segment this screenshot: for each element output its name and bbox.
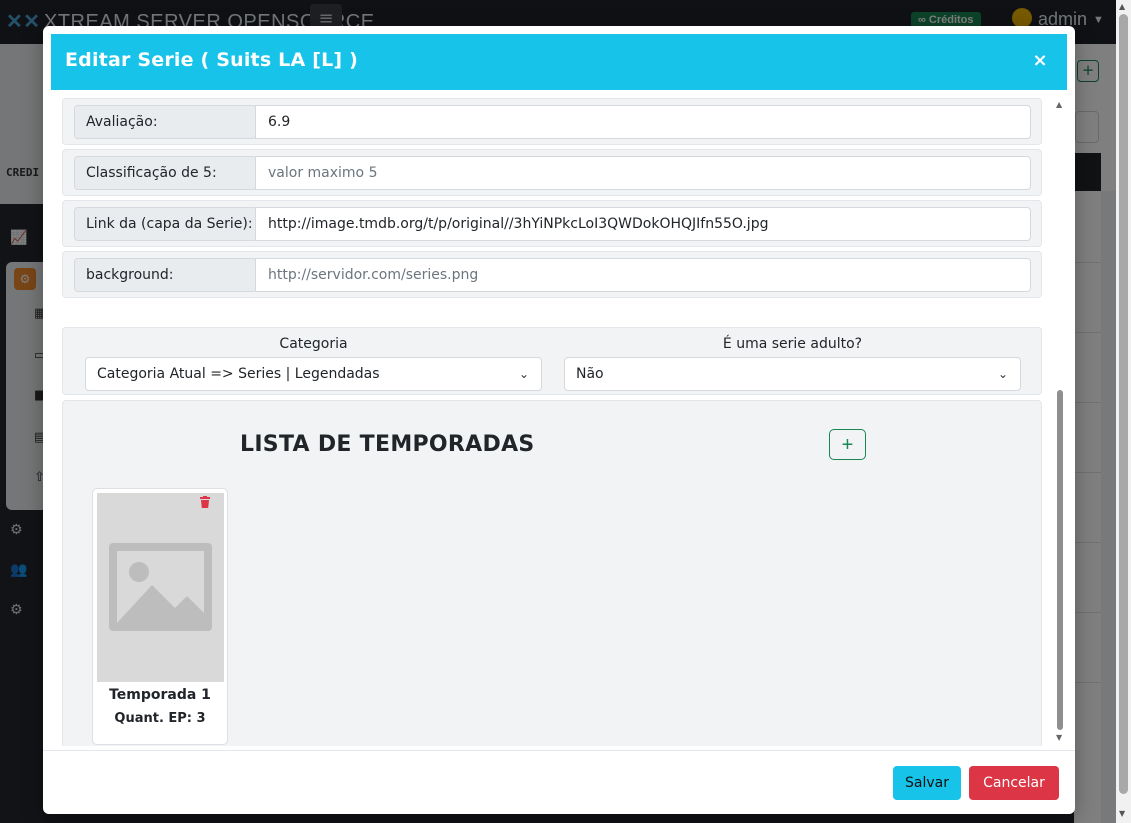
background-label: background: <box>74 258 257 292</box>
rating-field-row: Avaliação: <box>62 98 1042 145</box>
classification-field-row: Classificação de 5: <box>62 149 1042 196</box>
modal-body-scrollbar[interactable]: ▲ ▼ <box>1053 90 1067 746</box>
edit-series-modal: Editar Serie ( Suits LA [L] ) × Avaliaçã… <box>43 26 1075 814</box>
modal-header: Editar Serie ( Suits LA [L] ) × <box>51 34 1067 90</box>
modal-title: Editar Serie ( Suits LA [L] ) <box>65 49 358 71</box>
category-select[interactable]: Categoria Atual => Series | Legendadas ⌄ <box>85 357 542 391</box>
background-field-row: background: <box>62 251 1042 298</box>
category-adult-row: Categoria Categoria Atual => Series | Le… <box>62 327 1042 395</box>
season-episode-count: Quant. EP: 3 <box>114 711 206 726</box>
classification-label: Classificação de 5: <box>74 156 257 190</box>
modal-scrollbar-thumb[interactable] <box>1057 390 1063 730</box>
chevron-down-icon: ⌄ <box>518 367 529 381</box>
season-image-placeholder <box>97 493 224 682</box>
scroll-up-arrow-icon[interactable]: ▲ <box>1119 2 1125 11</box>
category-caption: Categoria <box>279 336 348 352</box>
category-selected-value: Categoria Atual => Series | Legendadas <box>97 366 380 382</box>
cancel-button[interactable]: Cancelar <box>969 766 1059 800</box>
category-block: Categoria Categoria Atual => Series | Le… <box>85 334 542 391</box>
trash-icon[interactable] <box>200 496 214 512</box>
cover-link-field-row: Link da (capa da Serie): <box>62 200 1042 247</box>
cover-link-input[interactable] <box>255 207 1031 241</box>
seasons-title: LISTA DE TEMPORADAS <box>240 432 535 457</box>
rating-label: Avaliação: <box>74 105 257 139</box>
adult-block: É uma serie adulto? Não ⌄ <box>564 334 1021 391</box>
add-season-button[interactable]: + <box>829 429 866 460</box>
scroll-down-arrow-icon[interactable]: ▼ <box>1119 809 1125 818</box>
close-icon[interactable]: × <box>1029 50 1051 72</box>
image-placeholder-icon <box>109 543 212 631</box>
rating-input[interactable] <box>255 105 1031 139</box>
adult-select[interactable]: Não ⌄ <box>564 357 1021 391</box>
adult-caption: É uma serie adulto? <box>722 336 863 352</box>
modal-footer: Salvar Cancelar <box>43 750 1075 814</box>
adult-selected-value: Não <box>576 366 604 382</box>
scroll-down-arrow-icon[interactable]: ▼ <box>1056 733 1062 742</box>
modal-body: Avaliação: Classificação de 5: Link da (… <box>51 90 1067 746</box>
classification-input[interactable] <box>255 156 1031 190</box>
background-input[interactable] <box>255 258 1031 292</box>
page-scrollbar[interactable]: ▲ ▼ <box>1116 0 1131 823</box>
chevron-down-icon: ⌄ <box>997 367 1008 381</box>
seasons-panel: LISTA DE TEMPORADAS + Temporada 1 Quant.… <box>62 400 1042 746</box>
page-scrollbar-thumb[interactable] <box>1119 14 1128 794</box>
season-name: Temporada 1 <box>109 687 211 703</box>
cover-link-label: Link da (capa da Serie): <box>74 207 257 241</box>
scroll-up-arrow-icon[interactable]: ▲ <box>1056 100 1062 109</box>
save-button[interactable]: Salvar <box>893 766 961 800</box>
season-card[interactable]: Temporada 1 Quant. EP: 3 <box>92 488 228 745</box>
